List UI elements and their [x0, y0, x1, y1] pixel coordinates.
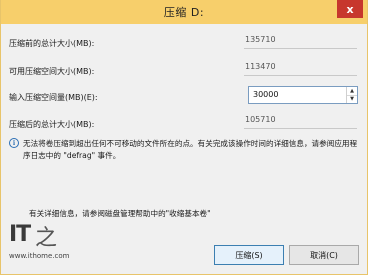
available-value: 113470: [245, 62, 276, 71]
stepper-buttons: ▲ ▼: [346, 87, 357, 103]
available-divider: [244, 75, 357, 76]
total-after-value: 105710: [245, 115, 276, 124]
shrink-button[interactable]: 压缩(S): [214, 245, 284, 265]
total-before-divider: [244, 48, 357, 49]
cancel-button[interactable]: 取消(C): [289, 245, 359, 265]
available-label: 可用压缩空间大小(MB):: [9, 67, 95, 76]
shrink-dialog: 压缩 D: x 压缩前的总计大小(MB): 135710 可用压缩空间大小(MB…: [0, 0, 368, 275]
total-before-value: 135710: [245, 35, 276, 44]
close-icon: x: [346, 2, 354, 16]
info-icon: i: [9, 138, 19, 148]
shrink-amount-input[interactable]: 30000: [253, 90, 278, 99]
stepper-down-button[interactable]: ▼: [347, 95, 357, 103]
arrow-up-icon: ▲: [350, 88, 354, 94]
watermark-url: www.ithome.com: [9, 252, 70, 260]
title-bar: 压缩 D: x: [1, 0, 367, 24]
total-after-divider: [244, 128, 357, 129]
shrink-amount-label: 输入压缩空间量(MB)(E):: [9, 93, 98, 102]
arrow-down-icon: ▼: [350, 96, 354, 102]
watermark-logo-glyph: 之: [35, 226, 58, 251]
total-before-label: 压缩前的总计大小(MB):: [9, 39, 95, 48]
shrink-amount-stepper[interactable]: 30000 ▲ ▼: [248, 86, 358, 104]
watermark-logo-mark: IT: [9, 222, 31, 247]
help-reference-text: 有关详细信息，请参阅磁盘管理帮助中的"收缩基本卷": [29, 209, 211, 218]
close-button[interactable]: x: [337, 0, 363, 18]
info-message: 无法将卷压缩到超出任何不可移动的文件所在的点。有关完成该操作时间的详细信息，请参…: [23, 139, 358, 160]
total-after-label: 压缩后的总计大小(MB):: [9, 120, 95, 129]
dialog-title: 压缩 D:: [163, 6, 205, 19]
watermark-logo: IT 之 www.ithome.com: [9, 222, 89, 266]
